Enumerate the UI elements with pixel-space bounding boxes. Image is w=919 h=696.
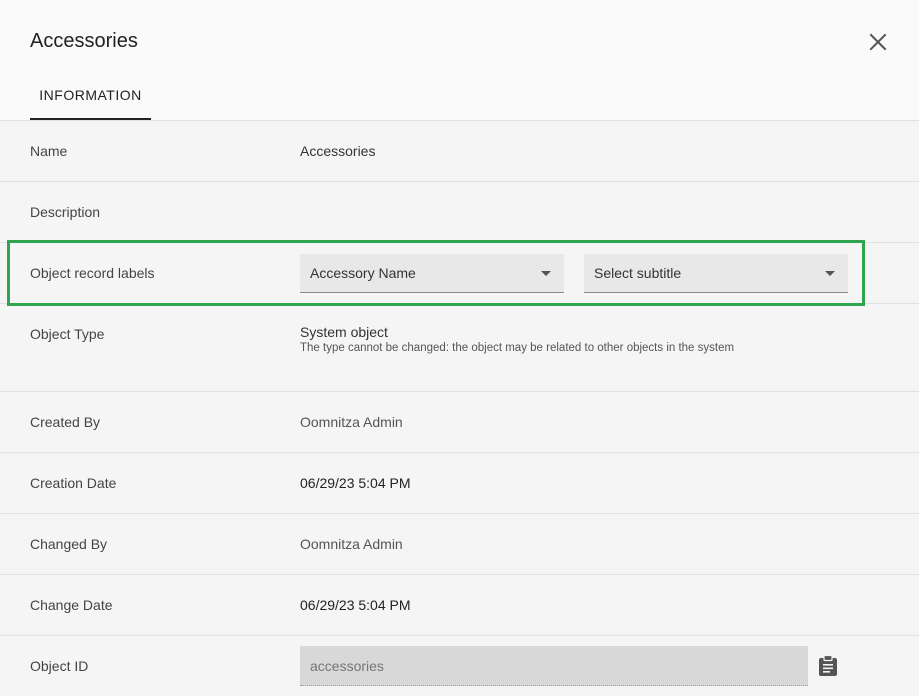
record-labels-row: Object record labels Accessory Name Sele… [0,243,919,304]
chevron-down-icon [825,271,835,276]
copy-button[interactable] [818,654,838,677]
change-date-label: Change Date [30,597,113,613]
changed-by-row: Changed By Oomnitza Admin [0,514,919,575]
creation-date-row: Creation Date 06/29/23 5:04 PM [0,453,919,514]
changed-by-label: Changed By [30,536,108,552]
clipboard-icon [819,654,837,676]
description-label: Description [30,204,101,220]
tab-information[interactable]: INFORMATION [30,76,151,120]
change-date-value: 06/29/23 5:04 PM [300,597,411,613]
object-type-row: Object Type System object The type canno… [0,304,919,392]
created-by-value: Oomnitza Admin [300,414,403,430]
record-labels-label: Object record labels [30,265,155,281]
title-select[interactable]: Accessory Name [300,254,564,293]
subtitle-select-value: Select subtitle [594,265,682,281]
name-label: Name [30,143,68,159]
changed-by-value: Oomnitza Admin [300,536,403,552]
object-type-label: Object Type [30,326,105,342]
name-value: Accessories [300,143,376,159]
creation-date-label: Creation Date [30,475,117,491]
created-by-row: Created By Oomnitza Admin [0,392,919,453]
object-type-hint: The type cannot be changed: the object m… [300,342,735,354]
object-id-field [300,646,808,686]
object-id-label: Object ID [30,658,89,674]
close-icon [869,33,887,51]
accessories-dialog: Accessories INFORMATION Name Accessories… [0,0,919,696]
object-id-row: Object ID [0,636,919,696]
name-row: Name Accessories [0,121,919,182]
chevron-down-icon [541,271,551,276]
title-select-value: Accessory Name [310,265,416,281]
object-id-input[interactable] [300,646,808,685]
dialog-header: Accessories INFORMATION [0,0,919,121]
subtitle-select[interactable]: Select subtitle [584,254,848,293]
change-date-row: Change Date 06/29/23 5:04 PM [0,575,919,636]
close-button[interactable] [866,30,890,54]
dialog-title: Accessories [30,30,138,52]
creation-date-value: 06/29/23 5:04 PM [300,475,411,491]
description-row: Description [0,182,919,243]
object-type-value: System object [300,324,388,340]
created-by-label: Created By [30,414,101,430]
